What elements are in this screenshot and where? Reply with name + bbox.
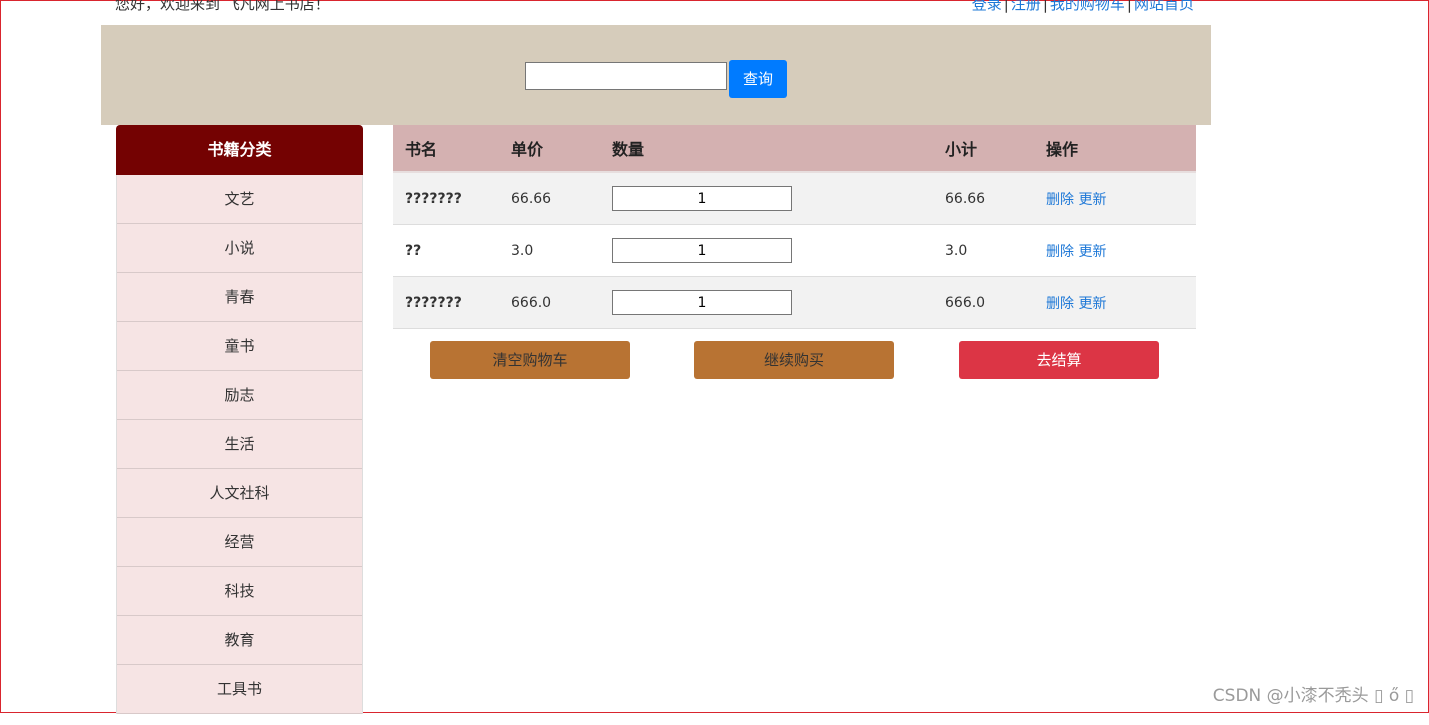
category-item-renwen[interactable]: 人文社科 bbox=[117, 469, 362, 518]
cart-table: 书名 单价 数量 小计 操作 ??????? 66.66 66.66 删除 更新… bbox=[393, 125, 1196, 329]
link-separator: | bbox=[1126, 0, 1132, 13]
quantity-cell bbox=[612, 186, 945, 211]
delete-link[interactable]: 删除 bbox=[1046, 296, 1074, 312]
search-input[interactable] bbox=[525, 62, 727, 90]
quantity-cell bbox=[612, 238, 945, 263]
row-actions: 删除 更新 bbox=[1046, 241, 1196, 261]
column-header-price: 单价 bbox=[511, 140, 544, 159]
category-sidebar: 书籍分类 文艺 小说 青春 童书 励志 生活 人文社科 经营 科技 教育 工具书 bbox=[116, 125, 363, 725]
subtotal: 66.66 bbox=[945, 190, 986, 207]
quantity-input[interactable] bbox=[612, 290, 792, 315]
register-link[interactable]: 注册 bbox=[1011, 0, 1041, 13]
category-item-xiaoshuo[interactable]: 小说 bbox=[117, 224, 362, 273]
clear-cart-button[interactable]: 清空购物车 bbox=[430, 341, 630, 379]
column-header-quantity: 数量 bbox=[612, 140, 645, 159]
login-link[interactable]: 登录 bbox=[972, 0, 1002, 13]
cart-actions: 清空购物车 继续购买 去结算 bbox=[393, 341, 1196, 379]
category-item-jiaoyu[interactable]: 教育 bbox=[117, 616, 362, 665]
column-header-name: 书名 bbox=[405, 140, 438, 159]
cart-table-header: 书名 单价 数量 小计 操作 bbox=[393, 125, 1196, 173]
category-item-jingying[interactable]: 经营 bbox=[117, 518, 362, 567]
site-home-link[interactable]: 网站首页 bbox=[1134, 0, 1194, 13]
category-item-keji[interactable]: 科技 bbox=[117, 567, 362, 616]
book-name: ??????? bbox=[405, 190, 462, 207]
book-name: ?? bbox=[405, 242, 422, 259]
subtotal: 3.0 bbox=[945, 242, 968, 259]
quantity-input[interactable] bbox=[612, 238, 792, 263]
category-item-gongjushu[interactable]: 工具书 bbox=[117, 665, 362, 714]
table-row: ??????? 66.66 66.66 删除 更新 bbox=[393, 173, 1196, 225]
checkout-button[interactable]: 去结算 bbox=[959, 341, 1159, 379]
my-cart-link[interactable]: 我的购物车 bbox=[1050, 0, 1125, 13]
link-separator: | bbox=[1042, 0, 1048, 13]
subtotal: 666.0 bbox=[945, 294, 986, 311]
sidebar-title: 书籍分类 bbox=[116, 125, 363, 175]
top-bar: 您好，欢迎来到 飞凡网上书店！ 登录 | 注册 | 我的购物车 | 网站首页 bbox=[1, 0, 1428, 17]
update-link[interactable]: 更新 bbox=[1078, 244, 1106, 260]
update-link[interactable]: 更新 bbox=[1078, 192, 1106, 208]
unit-price: 3.0 bbox=[511, 242, 534, 259]
category-item-shenghuo[interactable]: 生活 bbox=[117, 420, 362, 469]
row-actions: 删除 更新 bbox=[1046, 293, 1196, 313]
watermark: CSDN @小漆不秃头 ▯ ő ▯ bbox=[1212, 686, 1414, 706]
continue-shopping-button[interactable]: 继续购买 bbox=[694, 341, 894, 379]
category-item-lizhi[interactable]: 励志 bbox=[117, 371, 362, 420]
table-row: ?? 3.0 3.0 删除 更新 bbox=[393, 225, 1196, 277]
unit-price: 66.66 bbox=[511, 190, 552, 207]
quantity-input[interactable] bbox=[612, 186, 792, 211]
update-link[interactable]: 更新 bbox=[1078, 296, 1106, 312]
category-item-wenyi[interactable]: 文艺 bbox=[117, 175, 362, 224]
category-item-qingchun[interactable]: 青春 bbox=[117, 273, 362, 322]
delete-link[interactable]: 删除 bbox=[1046, 244, 1074, 260]
column-header-subtotal: 小计 bbox=[945, 140, 978, 159]
quantity-cell bbox=[612, 290, 945, 315]
row-actions: 删除 更新 bbox=[1046, 189, 1196, 209]
welcome-text: 您好，欢迎来到 飞凡网上书店！ bbox=[115, 0, 330, 13]
unit-price: 666.0 bbox=[511, 294, 552, 311]
top-nav-links: 登录 | 注册 | 我的购物车 | 网站首页 bbox=[972, 0, 1194, 15]
search-banner: 查询 bbox=[101, 25, 1211, 125]
table-row: ??????? 666.0 666.0 删除 更新 bbox=[393, 277, 1196, 329]
book-name: ??????? bbox=[405, 294, 462, 311]
search-button[interactable]: 查询 bbox=[729, 60, 787, 98]
column-header-actions: 操作 bbox=[1046, 140, 1079, 159]
category-list: 文艺 小说 青春 童书 励志 生活 人文社科 经营 科技 教育 工具书 bbox=[116, 175, 363, 714]
delete-link[interactable]: 删除 bbox=[1046, 192, 1074, 208]
link-separator: | bbox=[1003, 0, 1009, 13]
category-item-tongshu[interactable]: 童书 bbox=[117, 322, 362, 371]
